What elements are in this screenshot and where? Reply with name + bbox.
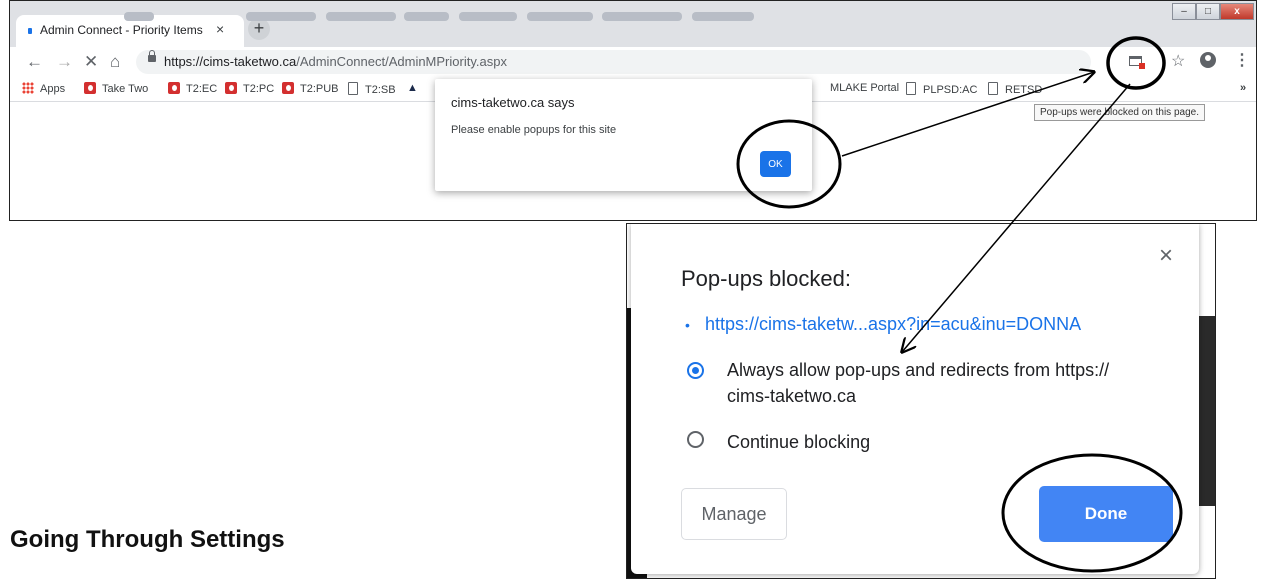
bookmark-label: T2:PC <box>243 83 275 95</box>
bookmark-label: T2:SB <box>365 84 396 96</box>
stop-icon[interactable]: ✕ <box>84 52 98 72</box>
tab-loading-icon <box>28 28 32 34</box>
option-always-allow-label: Always allow pop-ups and redirects from … <box>727 357 1109 409</box>
manage-button[interactable]: Manage <box>681 488 787 540</box>
bookmark-triangle-icon[interactable]: ▲ <box>407 82 418 94</box>
bookmark-label: T2:PUB <box>300 83 339 95</box>
blurred-tab <box>404 12 449 21</box>
alert-ok-button[interactable]: OK <box>760 151 791 177</box>
take-two-icon <box>225 82 237 94</box>
blurred-tab <box>326 12 396 21</box>
blurred-tab <box>246 12 316 21</box>
bookmark-apps[interactable]: Apps <box>22 82 65 95</box>
tab-strip: Admin Connect - Priority Items × + – □ x <box>10 1 1256 47</box>
blocked-popup-link[interactable]: https://cims-taketw...aspx?in=acu&inu=DO… <box>685 314 1081 336</box>
radio-continue-blocking[interactable] <box>687 431 704 448</box>
bookmark-take-two[interactable]: Take Two <box>84 82 148 95</box>
forward-arrow-icon[interactable]: → <box>56 52 73 72</box>
blurred-tab <box>124 12 154 21</box>
browser-toolbar: ← → ✕ ⌂ https://cims-taketwo.ca/AdminCon… <box>10 47 1256 77</box>
radio-always-allow[interactable] <box>687 362 704 379</box>
popups-blocked-dialog: Pop-ups blocked: × https://cims-taketw..… <box>631 224 1199 574</box>
tab-close-icon[interactable]: × <box>216 21 224 37</box>
alert-title: cims-taketwo.ca says <box>451 95 575 110</box>
apps-icon <box>22 82 34 94</box>
popup-blocked-icon[interactable] <box>1129 56 1145 69</box>
page-icon <box>906 82 916 95</box>
tab-title: Admin Connect - Priority Items <box>40 23 203 37</box>
url-host: https://cims-taketwo.ca <box>164 54 297 69</box>
take-two-icon <box>84 82 96 94</box>
url-path: /AdminConnect/AdminMPriority.aspx <box>296 54 507 69</box>
page-icon <box>988 82 998 95</box>
popup-dialog-screenshot: Pop-ups blocked: × https://cims-taketw..… <box>626 223 1216 579</box>
bookmark-label: RETSD <box>1005 84 1043 96</box>
option-allow-line1: Always allow pop-ups and redirects from … <box>727 360 1110 380</box>
option-continue-blocking-label: Continue blocking <box>727 432 871 452</box>
star-icon[interactable]: ☆ <box>1171 51 1185 71</box>
url-text: https://cims-taketwo.ca/AdminConnect/Adm… <box>164 54 507 69</box>
bookmark-label: Take Two <box>102 83 149 95</box>
popup-blocked-tooltip: Pop-ups were blocked on this page. <box>1034 104 1205 121</box>
menu-icon[interactable]: ⋮ <box>1234 50 1250 70</box>
bookmark-t2sb[interactable]: T2:SB <box>348 82 396 96</box>
bookmark-t2pub[interactable]: T2:PUB <box>282 82 339 95</box>
site-alert-dialog: cims-taketwo.ca says Please enable popup… <box>435 79 812 191</box>
bookmark-label: Apps <box>40 83 66 95</box>
bookmark-plpsd[interactable]: PLPSD:AC <box>906 82 977 96</box>
take-two-icon <box>168 82 180 94</box>
address-bar[interactable]: https://cims-taketwo.ca/AdminConnect/Adm… <box>136 50 1091 74</box>
window-close-button[interactable]: x <box>1220 3 1254 20</box>
new-tab-button[interactable]: + <box>248 18 270 40</box>
maximize-button[interactable]: □ <box>1196 3 1220 20</box>
blurred-tab <box>692 12 754 21</box>
blurred-tab <box>527 12 593 21</box>
bookmark-retsd[interactable]: RETSD <box>988 82 1042 96</box>
option-allow-line2: cims-taketwo.ca <box>727 386 857 406</box>
blurred-tab <box>459 12 517 21</box>
lock-icon <box>148 50 156 62</box>
account-icon[interactable] <box>1200 52 1216 68</box>
bookmarks-overflow-icon[interactable]: » <box>1240 82 1246 94</box>
home-icon[interactable]: ⌂ <box>110 52 120 72</box>
close-icon[interactable]: × <box>1159 242 1173 270</box>
minimize-button[interactable]: – <box>1172 3 1196 20</box>
done-button[interactable]: Done <box>1039 486 1173 542</box>
page-icon <box>348 82 358 95</box>
dialog-title: Pop-ups blocked: <box>681 266 851 291</box>
bookmark-label: T2:EC <box>186 83 218 95</box>
take-two-icon <box>282 82 294 94</box>
bookmark-mlake[interactable]: MLAKE Portal <box>830 82 899 94</box>
back-arrow-icon[interactable]: ← <box>26 52 43 72</box>
bookmark-t2ec[interactable]: T2:EC <box>168 82 217 95</box>
bookmark-t2pc[interactable]: T2:PC <box>225 82 274 95</box>
section-heading: Going Through Settings <box>10 526 285 553</box>
blurred-tab <box>602 12 682 21</box>
bookmark-label: MLAKE Portal <box>830 82 900 94</box>
alert-message: Please enable popups for this site <box>451 124 617 136</box>
bookmark-label: PLPSD:AC <box>923 84 978 96</box>
